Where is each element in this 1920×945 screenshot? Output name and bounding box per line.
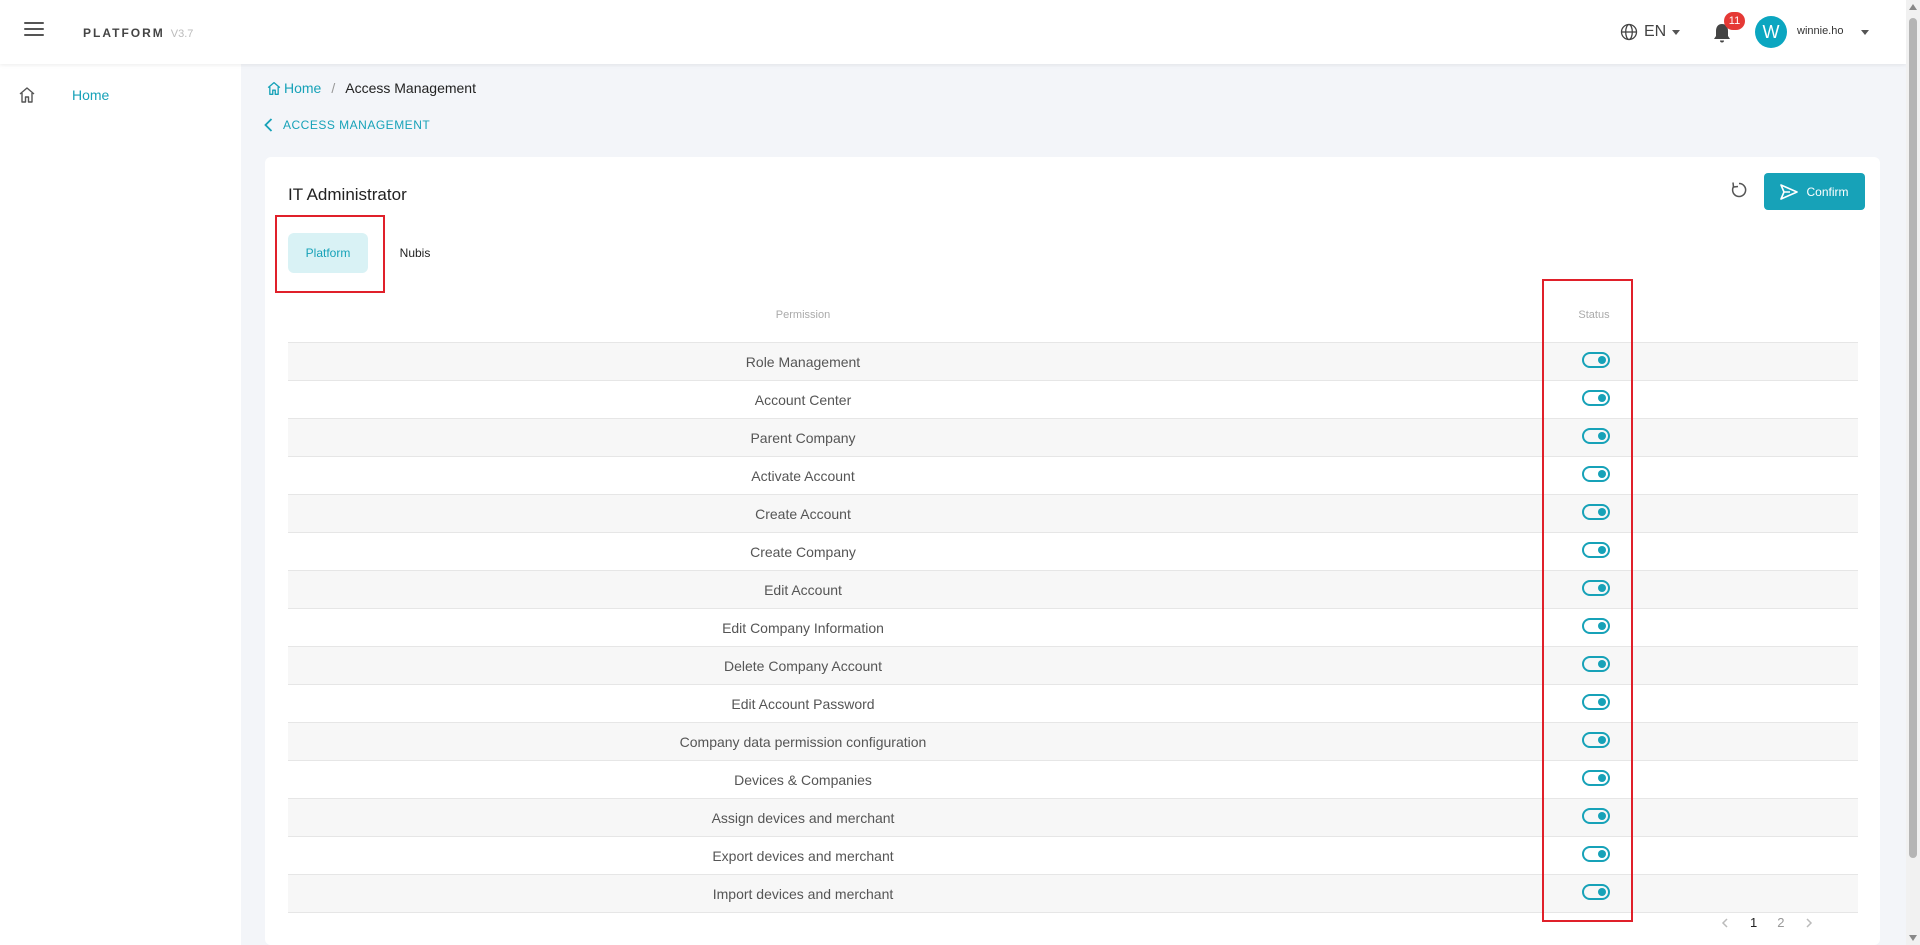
permission-name: Create Company (750, 544, 856, 560)
language-label: EN (1644, 23, 1667, 40)
chevron-right-icon[interactable] (1804, 917, 1814, 928)
column-header-permission: Permission (775, 309, 831, 321)
permission-name: Assign devices and merchant (711, 810, 895, 826)
role-card: IT Administrator Confirm Platform Nubis … (265, 157, 1880, 945)
confirm-button-label: Confirm (1806, 184, 1849, 199)
home-icon (19, 87, 35, 103)
permission-name: Devices & Companies (734, 772, 872, 788)
scroll-up-icon[interactable] (1909, 4, 1917, 10)
scroll-down-icon[interactable] (1909, 935, 1917, 941)
sidebar-item-label: Home (72, 87, 110, 103)
chevron-left-icon[interactable] (1720, 917, 1730, 928)
avatar[interactable]: W (1755, 16, 1787, 48)
permission-name: Account Center (754, 392, 852, 408)
sidebar: Home (0, 64, 241, 945)
user-menu-chevron-icon[interactable] (1861, 30, 1869, 35)
permission-name: Create Account (755, 506, 851, 522)
permission-name: Edit Company Information (722, 620, 884, 636)
refresh-icon[interactable] (1730, 181, 1748, 199)
permission-name: Parent Company (750, 430, 856, 446)
top-bar: PLATFORM V3.7 EN 11 W winnie.ho (0, 0, 1906, 64)
send-icon (1780, 183, 1799, 200)
brand-name: PLATFORM (83, 26, 165, 40)
breadcrumb-home[interactable]: Home (266, 80, 321, 96)
permission-name: Edit Account (764, 582, 842, 598)
page-title: IT Administrator (288, 185, 407, 204)
permission-name: Company data permission configuration (679, 734, 927, 750)
globe-icon (1620, 23, 1638, 41)
home-icon (267, 81, 281, 95)
highlight-box-tab (275, 215, 385, 293)
version-label: V3.7 (170, 28, 194, 40)
highlight-box-status (1542, 279, 1633, 922)
back-link[interactable]: ACCESS MANAGEMENT (264, 118, 430, 132)
brand: PLATFORM V3.7 (83, 26, 193, 40)
username[interactable]: winnie.ho (1797, 25, 1843, 37)
chevron-left-icon (264, 118, 273, 132)
notification-badge: 11 (1724, 12, 1745, 30)
breadcrumb-home-label: Home (284, 80, 322, 96)
breadcrumb-current: Access Management (345, 80, 476, 96)
page-scrollbar[interactable] (1906, 0, 1920, 945)
permission-name: Role Management (745, 354, 861, 370)
tab-nubis[interactable]: Nubis (380, 233, 450, 273)
back-link-label: ACCESS MANAGEMENT (283, 118, 431, 132)
permission-name: Delete Company Account (724, 658, 882, 674)
pagination: 1 2 (1720, 915, 1814, 930)
permission-name: Export devices and merchant (712, 848, 894, 864)
menu-icon[interactable] (24, 22, 44, 38)
permission-name: Edit Account Password (731, 696, 875, 712)
scroll-thumb[interactable] (1909, 18, 1917, 858)
breadcrumb: Home / Access Management (266, 80, 476, 96)
page-button[interactable]: 1 (1750, 915, 1757, 930)
page-button[interactable]: 2 (1777, 915, 1784, 930)
confirm-button[interactable]: Confirm (1764, 173, 1865, 210)
sidebar-item-home[interactable]: Home (0, 80, 241, 110)
breadcrumb-separator: / (331, 80, 336, 96)
permission-name: Activate Account (751, 468, 855, 484)
permission-name: Import devices and merchant (712, 886, 894, 902)
chevron-down-icon (1672, 29, 1681, 35)
language-selector[interactable]: EN (1620, 21, 1681, 43)
